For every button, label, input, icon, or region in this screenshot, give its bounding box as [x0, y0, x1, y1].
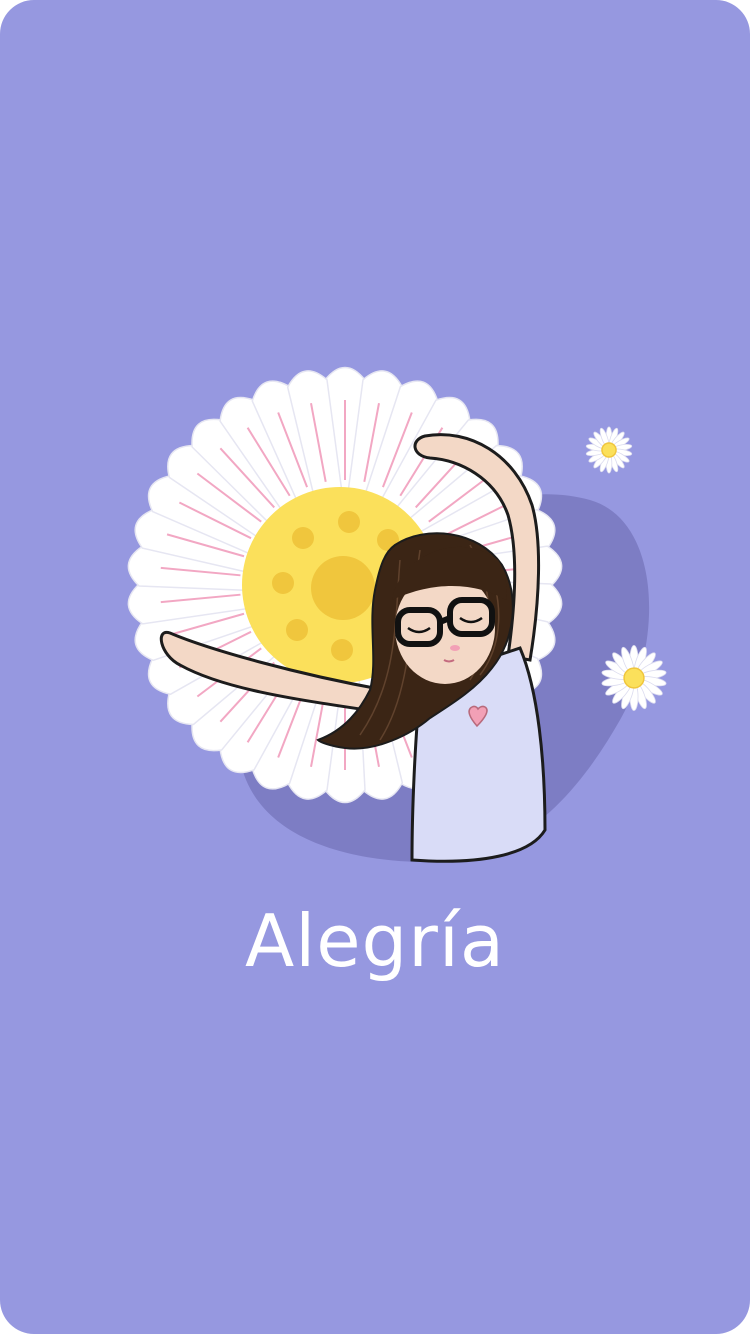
mood-title: Alegría [245, 899, 505, 983]
screen: Alegría [0, 0, 750, 1334]
illustration [0, 0, 750, 1334]
small-flower-center [623, 667, 645, 689]
small-flower-center [601, 442, 617, 458]
